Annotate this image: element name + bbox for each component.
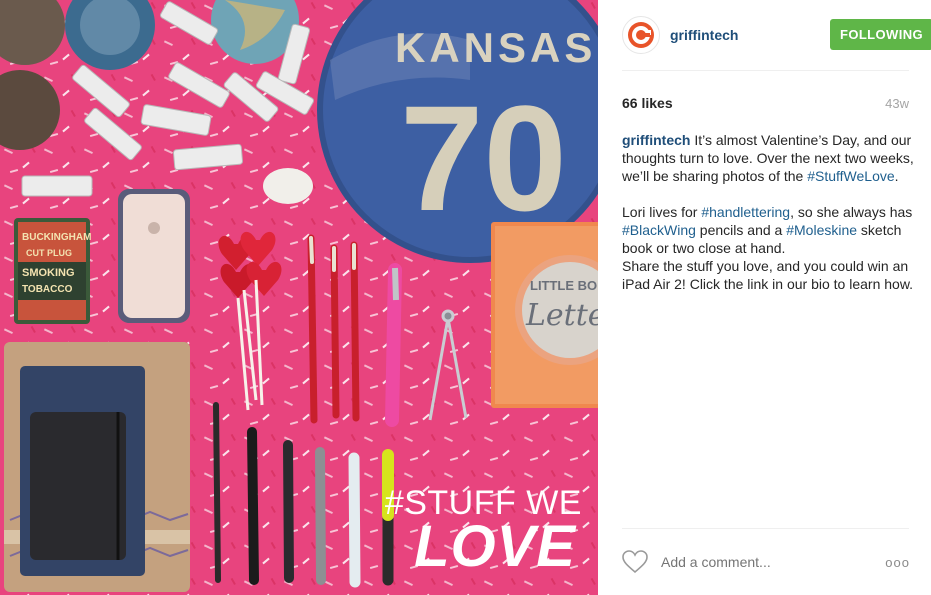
- svg-text:70: 70: [400, 74, 567, 242]
- comment-bar: ooo: [622, 548, 912, 578]
- svg-text:KANSAS: KANSAS: [395, 24, 596, 71]
- lettering-book: LITTLE BO Letter: [491, 222, 598, 408]
- caption-text: Lori lives for: [622, 204, 702, 220]
- craft-knife: [385, 263, 402, 427]
- username-link[interactable]: griffintech: [670, 27, 738, 43]
- tobacco-tin: BUCKINGHAM CUT PLUG SMOKING TOBACCO: [14, 218, 91, 324]
- post-photo[interactable]: KANSAS 70 BUCKINGHAM CUT PLUG SMOKING TO…: [0, 0, 598, 595]
- post-age[interactable]: 43w: [885, 96, 909, 111]
- svg-text:SMOKING: SMOKING: [22, 267, 75, 279]
- love-overlay-text: LOVE: [414, 514, 576, 579]
- post-detail-panel: griffintech FOLLOWING 66 likes 43w griff…: [598, 0, 931, 595]
- caption-text: Share the stuff you love, and you could …: [622, 258, 914, 292]
- svg-text:LITTLE BO: LITTLE BO: [530, 278, 597, 293]
- caption-text: , so she always has: [790, 204, 913, 220]
- caption-text: pencils and a: [695, 222, 787, 238]
- caption-text: .: [894, 168, 899, 184]
- comment-input[interactable]: [661, 554, 861, 570]
- comment-divider: [622, 528, 909, 529]
- pouch-and-notebook: [4, 342, 190, 592]
- hashtag-link-blackwing[interactable]: #BlackWing: [622, 222, 696, 238]
- svg-text:Letter: Letter: [525, 298, 598, 333]
- griffin-logo-icon: [628, 22, 654, 48]
- hashtag-link-moleskine[interactable]: #Moleskine: [786, 222, 857, 238]
- svg-text:CUT PLUG: CUT PLUG: [26, 248, 72, 258]
- svg-text:BUCKINGHAM: BUCKINGHAM: [22, 232, 91, 243]
- heart-icon[interactable]: [622, 550, 648, 574]
- caption-username-link[interactable]: griffintech: [622, 132, 690, 148]
- eraser: [263, 168, 313, 204]
- iphone: [118, 189, 190, 323]
- hashtag-link-stuffwelove[interactable]: #StuffWeLove: [807, 168, 894, 184]
- post-header: griffintech FOLLOWING: [622, 16, 931, 54]
- likes-count[interactable]: 66 likes: [622, 95, 673, 111]
- avatar[interactable]: [622, 16, 660, 54]
- more-options-icon[interactable]: ooo: [885, 555, 910, 570]
- svg-text:TOBACCO: TOBACCO: [22, 284, 73, 295]
- caption-paragraph-2: Lori lives for #handlettering, so she al…: [622, 203, 914, 293]
- hashtag-link-handlettering[interactable]: #handlettering: [701, 204, 790, 220]
- header-divider: [622, 70, 909, 71]
- post-caption: griffintech It’s almost Valentine’s Day,…: [622, 131, 914, 311]
- caption-paragraph-1: griffintech It’s almost Valentine’s Day,…: [622, 131, 914, 185]
- following-button[interactable]: FOLLOWING: [830, 19, 931, 50]
